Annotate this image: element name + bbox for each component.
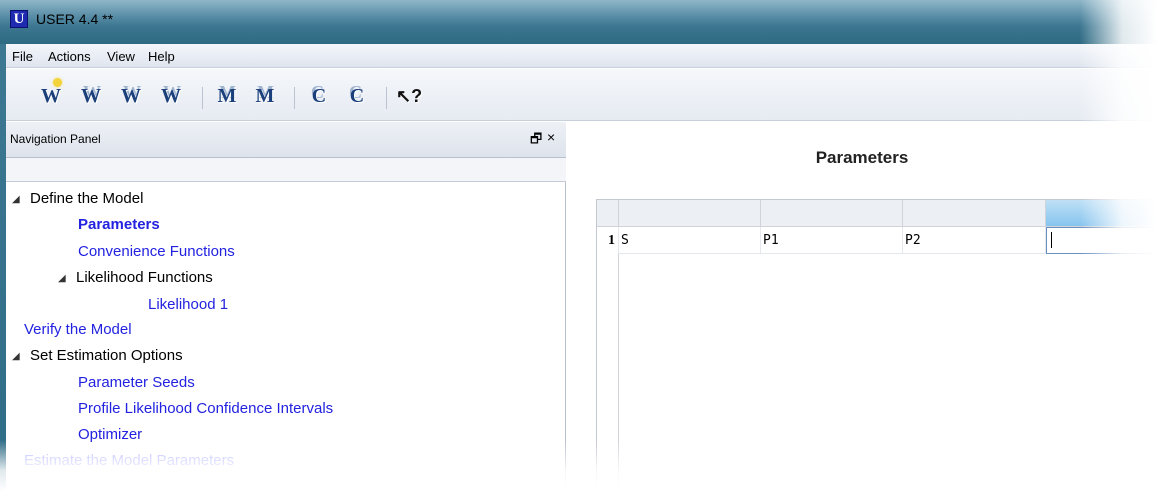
grid-cell[interactable]: P1 [761, 227, 903, 254]
grid-row-header[interactable]: 1 [597, 227, 619, 254]
expand-triangle-icon[interactable]: ◢ [12, 351, 30, 362]
open-model-button[interactable]: M M [214, 82, 240, 109]
grid-row-header-column [597, 254, 619, 491]
grid-column-header-active[interactable] [1046, 200, 1157, 227]
app-window: U USER 4.4 ** File Actions View Help W W… [0, 0, 1157, 491]
grid-cell[interactable]: P2 [903, 227, 1046, 254]
save-model-button[interactable]: M M [252, 82, 278, 109]
save-workspace-as-button[interactable]: W W [158, 82, 184, 109]
save-workspace-button[interactable]: W W [118, 82, 144, 109]
tree-item-convenience-functions[interactable]: Convenience Functions [78, 243, 235, 260]
main-content: Parameters 1 S P1 P2 [567, 122, 1157, 491]
context-help-icon: ↖? [396, 86, 423, 106]
text-caret [1051, 232, 1052, 248]
parameters-grid: 1 S P1 P2 [596, 199, 1157, 491]
tree-item-set-estimation-options[interactable]: ◢ Set Estimation Options [12, 347, 183, 364]
navigation-filter-bar [6, 158, 566, 182]
window-title: USER 4.4 ** [36, 11, 114, 27]
tree-item-define-model[interactable]: ◢ Define the Model [12, 190, 143, 207]
tree-item-profile-likelihood-ci[interactable]: Profile Likelihood Confidence Intervals [78, 400, 333, 417]
toolbar: W W W W W W W M M M M C C C C ↖? [6, 69, 1157, 121]
context-help-button[interactable]: ↖? [396, 83, 422, 109]
page-title: Parameters [815, 148, 909, 167]
tree-item-verify-model[interactable]: Verify the Model [24, 321, 132, 338]
expand-triangle-icon[interactable]: ◢ [58, 273, 76, 284]
tree-item-likelihood-1[interactable]: Likelihood 1 [148, 296, 228, 313]
toolbar-separator [386, 87, 387, 109]
tree-item-estimate-parameters[interactable]: Estimate the Model Parameters [24, 452, 234, 469]
tree-item-parameter-seeds[interactable]: Parameter Seeds [78, 374, 195, 391]
grid-column-header[interactable] [619, 200, 761, 227]
toolbar-separator [202, 87, 203, 109]
grid-column-header[interactable] [761, 200, 903, 227]
grid-cell-editing[interactable] [1046, 227, 1157, 254]
close-panel-icon[interactable]: × [547, 129, 555, 145]
expand-triangle-icon[interactable]: ◢ [12, 194, 30, 205]
tree-item-optimizer[interactable]: Optimizer [78, 426, 142, 443]
navigation-panel: Navigation Panel 🗗 × ◢ Define the Model P… [6, 122, 566, 491]
tree-item-likelihood-functions[interactable]: ◢ Likelihood Functions [58, 269, 213, 286]
tree-item-parameters[interactable]: Parameters [78, 216, 160, 233]
grid-column-header[interactable] [903, 200, 1046, 227]
grid-corner [597, 200, 619, 227]
save-c-button[interactable]: C C [344, 82, 370, 109]
title-bar[interactable]: U USER 4.4 ** [0, 0, 1157, 44]
open-workspace-button[interactable]: W W [78, 82, 104, 109]
navigation-panel-title: Navigation Panel [10, 132, 101, 146]
grid-cell[interactable]: S [619, 227, 761, 254]
navigation-panel-header: Navigation Panel 🗗 × [6, 122, 566, 158]
menu-view[interactable]: View [107, 49, 135, 64]
new-workspace-button[interactable]: W [38, 78, 64, 109]
app-icon: U [10, 10, 28, 28]
menu-bar: File Actions View Help [6, 44, 1157, 68]
float-panel-icon[interactable]: 🗗 [530, 130, 542, 152]
menu-help[interactable]: Help [148, 49, 175, 64]
menu-file[interactable]: File [12, 49, 33, 64]
menu-actions[interactable]: Actions [48, 49, 91, 64]
open-c-button[interactable]: C C [306, 82, 332, 109]
toolbar-separator [294, 87, 295, 109]
